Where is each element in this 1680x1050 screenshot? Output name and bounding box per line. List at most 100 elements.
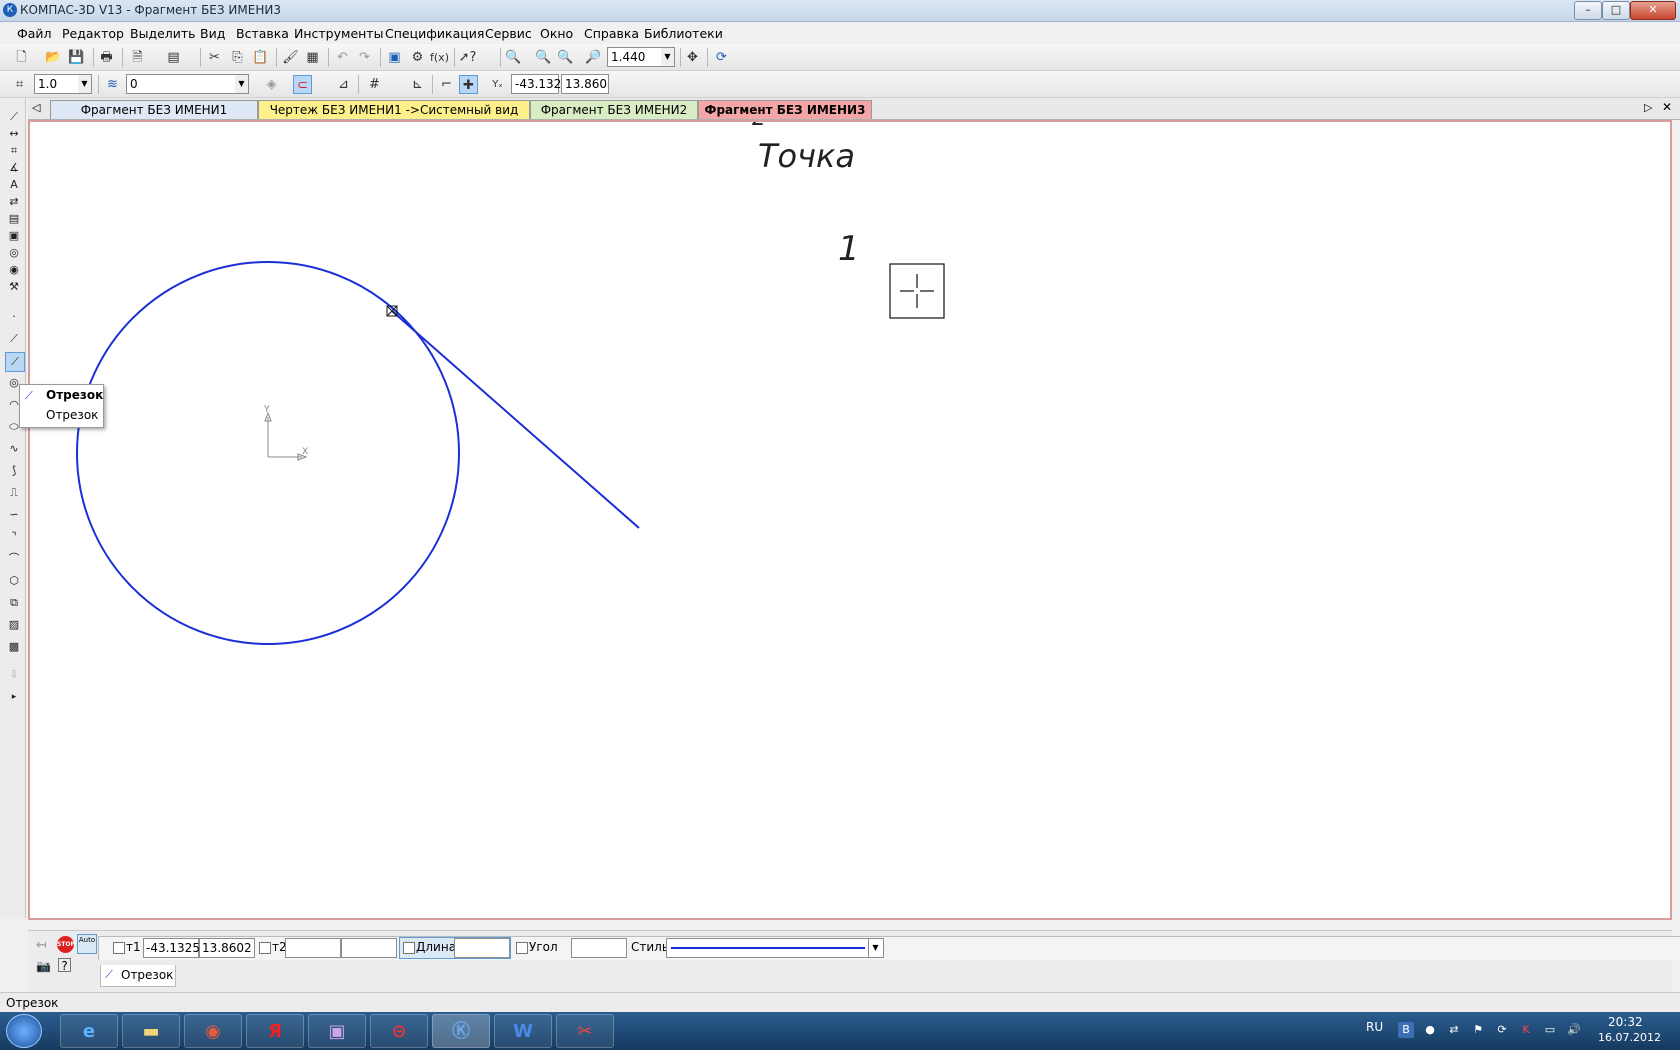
tabs-scroll-left-icon[interactable]: ◁ xyxy=(32,101,40,114)
zoom-all-icon[interactable]: 🔍 xyxy=(556,48,575,67)
aux-line-tool-icon[interactable]: ⟋ xyxy=(5,330,23,348)
zoom-window-icon[interactable]: 🔍 xyxy=(504,48,523,67)
local-cs-icon[interactable]: ⊿ xyxy=(334,75,353,94)
tooltip-item[interactable]: Отрезок xyxy=(46,408,98,422)
cut-icon[interactable]: ✂ xyxy=(205,48,224,67)
menu-specification[interactable]: Спецификация xyxy=(385,26,484,41)
t1-y-input[interactable]: 13.8602 xyxy=(199,938,255,958)
hatch-tool-icon[interactable]: ▨ xyxy=(5,616,23,634)
polyline-tool-icon[interactable]: ⎍ xyxy=(5,484,23,502)
format-brush-icon[interactable]: 🖌 xyxy=(281,48,300,67)
function-icon[interactable]: f(x) xyxy=(430,48,449,67)
auto-create-button[interactable]: Auto xyxy=(77,934,97,954)
language-indicator[interactable]: RU xyxy=(1366,1020,1383,1034)
tab-fragment-3[interactable]: Фрагмент БЕЗ ИМЕНИ3 xyxy=(698,100,872,119)
segment-entity[interactable] xyxy=(391,310,640,529)
menu-insert[interactable]: Вставка xyxy=(236,26,289,41)
manager-icon[interactable]: ▤ xyxy=(164,48,183,67)
redo-icon[interactable]: ↷ xyxy=(355,48,374,67)
t1-checkbox[interactable] xyxy=(113,942,125,954)
bezier-tool-icon[interactable]: ∽ xyxy=(5,506,23,524)
kompas-app-icon[interactable]: Ⓚ xyxy=(432,1014,490,1048)
save-icon[interactable]: 💾 xyxy=(67,48,86,67)
layer-icon[interactable]: ≋ xyxy=(103,75,122,94)
paste-icon[interactable]: 📋 xyxy=(251,48,270,67)
copy-icon[interactable]: ⎘ xyxy=(228,48,247,67)
preview-icon[interactable]: 🗎 xyxy=(128,48,147,67)
zoom-in-icon[interactable]: 🔎 xyxy=(584,48,603,67)
tree-icon[interactable]: ▣ xyxy=(385,48,404,67)
layer-input[interactable]: 0 xyxy=(126,74,236,94)
print-icon[interactable]: 🖶 xyxy=(97,48,116,67)
vk-tray-icon[interactable]: В xyxy=(1398,1022,1414,1038)
zoom-input[interactable]: 1.440 xyxy=(607,47,662,67)
fill-tool-icon[interactable]: ▩ xyxy=(5,638,23,656)
monitor-tray-icon[interactable]: ▭ xyxy=(1542,1022,1558,1038)
menu-service[interactable]: Сервис xyxy=(485,26,532,41)
antivirus-tray-icon[interactable]: K xyxy=(1518,1022,1534,1038)
close-button[interactable]: ✕ xyxy=(1630,1,1676,20)
scissors-app-icon[interactable]: ✂ xyxy=(556,1014,614,1048)
help-icon[interactable]: ? xyxy=(58,958,71,973)
t1-x-input[interactable]: -43.1325 xyxy=(143,938,200,958)
insert-panel-icon[interactable]: ◉ xyxy=(5,261,23,279)
spec-panel-icon[interactable]: ▣ xyxy=(5,227,23,245)
snap-magnet-icon[interactable]: ⊂ xyxy=(293,75,312,94)
cursor-y-input[interactable]: 13.860 xyxy=(561,74,609,94)
chamfer-tool-icon[interactable]: ⌝ xyxy=(5,528,23,546)
tab-fragment-2[interactable]: Фрагмент БЕЗ ИМЕНИ2 xyxy=(530,100,698,119)
angle-checkbox[interactable] xyxy=(516,942,528,954)
video-app-icon[interactable]: ⊝ xyxy=(370,1014,428,1048)
property-tab-segment[interactable]: ⟋ Отрезок xyxy=(100,965,176,987)
zoom-fit-icon[interactable]: 🔍 xyxy=(534,48,553,67)
agent-tray-icon[interactable]: ● xyxy=(1422,1022,1438,1038)
camera-icon[interactable]: 📷 xyxy=(36,959,51,973)
expand-toolbar-icon[interactable]: ▸ xyxy=(5,688,23,706)
filter-icon[interactable]: ◈ xyxy=(262,75,281,94)
undo-icon[interactable]: ↶ xyxy=(333,48,352,67)
outline-tool-icon[interactable]: ⧉ xyxy=(5,594,23,612)
close-document-icon[interactable]: ✕ xyxy=(1662,100,1672,114)
geometry-panel-icon[interactable]: ⟋ xyxy=(5,108,23,126)
start-button[interactable] xyxy=(6,1014,42,1048)
variables-icon[interactable]: ⚙ xyxy=(408,48,427,67)
pan-icon[interactable]: ✥ xyxy=(683,48,702,67)
polygon-tool-icon[interactable]: ⬡ xyxy=(5,572,23,590)
reports-panel-icon[interactable]: ◎ xyxy=(5,244,23,262)
misc-panel-icon[interactable]: ⚒ xyxy=(5,278,23,296)
minimize-button[interactable]: – xyxy=(1574,1,1602,20)
more-tools-icon[interactable]: ⇩ xyxy=(5,666,23,684)
yandex-browser-icon[interactable]: Я xyxy=(246,1014,304,1048)
chrome-icon[interactable]: ◉ xyxy=(184,1014,242,1048)
tab-fragment-1[interactable]: Фрагмент БЕЗ ИМЕНИ1 xyxy=(50,100,258,119)
word-app-icon[interactable]: W xyxy=(494,1014,552,1048)
point-tool-icon[interactable]: · xyxy=(5,308,23,326)
explorer-folder-icon[interactable]: ▬ xyxy=(122,1014,180,1048)
length-checkbox[interactable] xyxy=(403,942,415,954)
step-dropdown-icon[interactable]: ▼ xyxy=(78,74,92,94)
clock-time[interactable]: 20:32 xyxy=(1608,1015,1643,1029)
new-file-icon[interactable]: 🗋 xyxy=(12,48,31,67)
curve-tool-icon[interactable]: ⟆ xyxy=(5,462,23,480)
grid-icon[interactable]: # xyxy=(365,75,384,94)
t2-y-input[interactable] xyxy=(341,938,397,958)
menu-help[interactable]: Справка xyxy=(584,26,639,41)
tab-drawing-1[interactable]: Чертеж БЕЗ ИМЕНИ1 ->Системный вид xyxy=(258,100,530,119)
point-marker[interactable] xyxy=(889,263,945,319)
angle-input[interactable] xyxy=(571,938,627,958)
step-input[interactable]: 1.0 xyxy=(34,74,79,94)
orthogonal-icon[interactable]: ⊾ xyxy=(408,75,427,94)
menu-editor[interactable]: Редактор xyxy=(62,26,124,41)
cursor-x-input[interactable]: -43.132 xyxy=(511,74,561,94)
ie-icon[interactable]: e xyxy=(60,1014,118,1048)
ortho-mode-icon[interactable]: ⌐ xyxy=(437,75,456,94)
zoom-dropdown-icon[interactable]: ▼ xyxy=(661,47,675,67)
volume-tray-icon[interactable]: 🔊 xyxy=(1566,1022,1582,1038)
segment-tool-icon[interactable]: ⟋ xyxy=(5,352,25,372)
t2-checkbox[interactable] xyxy=(259,942,271,954)
network-tray-icon[interactable]: ⇄ xyxy=(1446,1022,1462,1038)
menu-window[interactable]: Окно xyxy=(540,26,573,41)
params-panel-icon[interactable]: A xyxy=(5,176,23,194)
snap-toggle-icon[interactable]: ✚ xyxy=(459,75,478,94)
fillet-tool-icon[interactable]: ⌒ xyxy=(5,550,23,568)
